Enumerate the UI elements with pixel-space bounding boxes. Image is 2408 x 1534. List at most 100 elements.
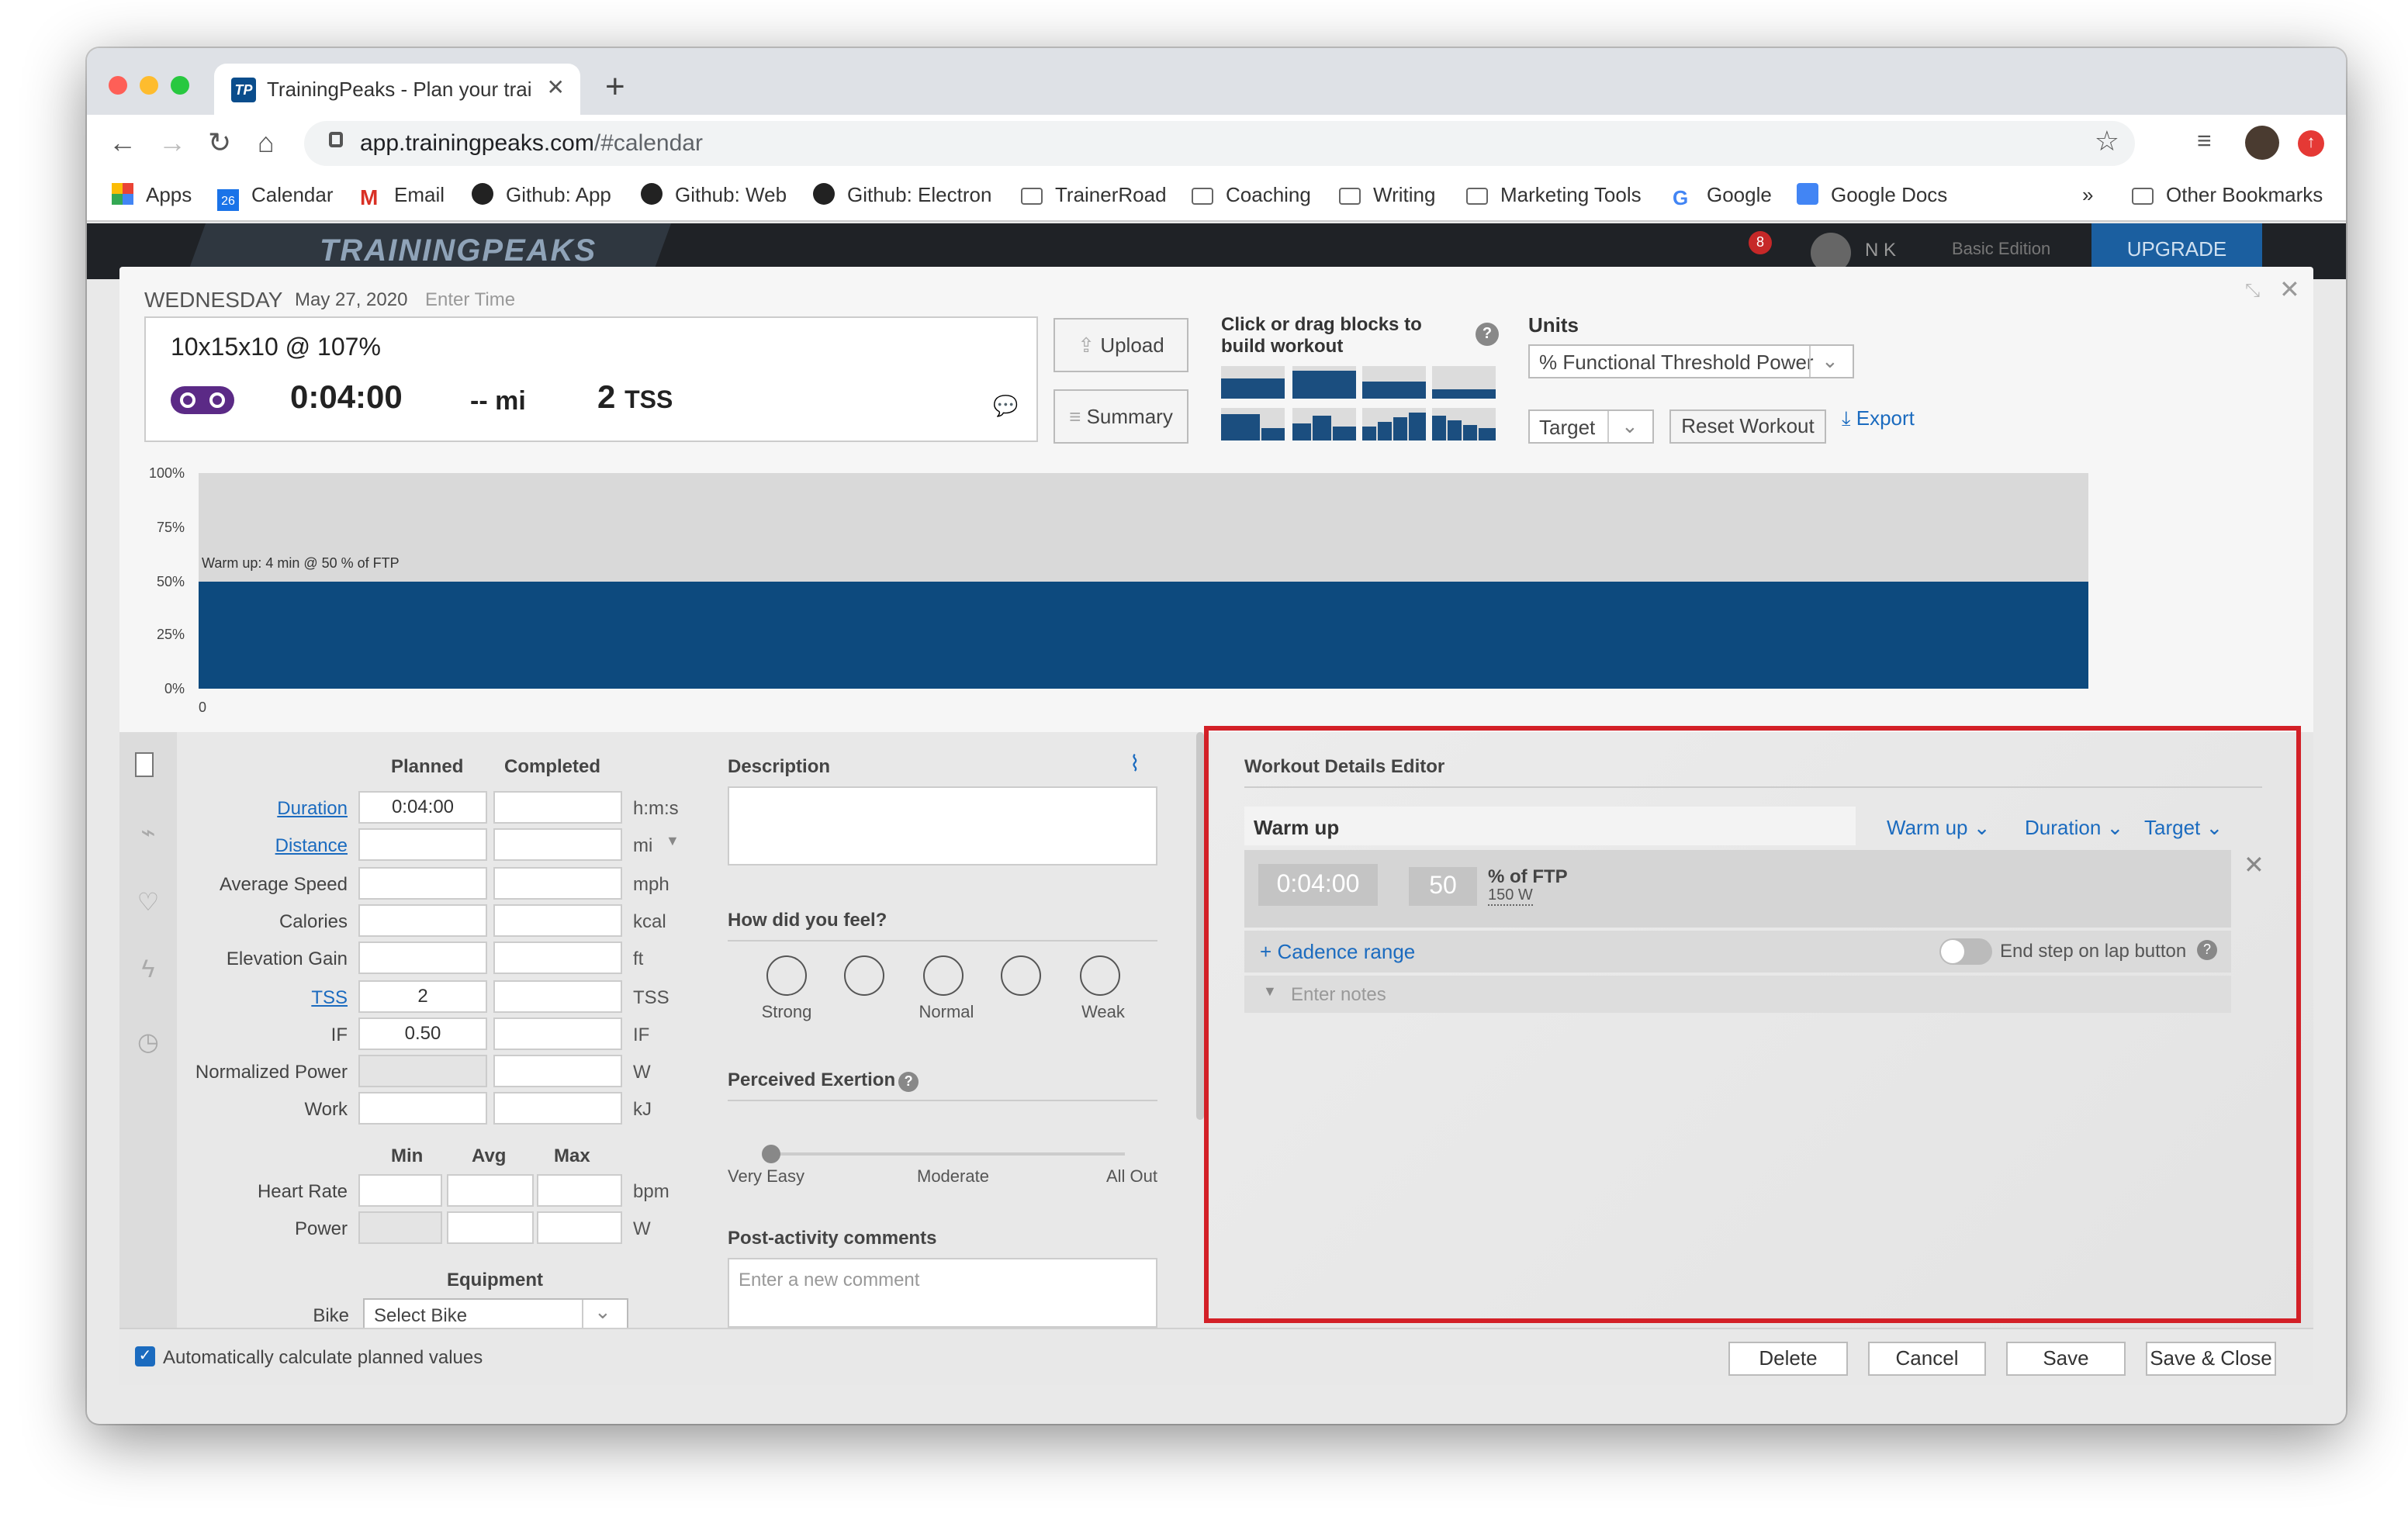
bookmarks-overflow-button[interactable]: »: [2082, 183, 2093, 206]
metric-label-text[interactable]: Duration: [277, 797, 348, 819]
reading-list-icon[interactable]: ≡: [2197, 129, 2212, 157]
target-select[interactable]: Target ⌄: [1528, 409, 1654, 444]
metric-label-text[interactable]: TSS: [311, 986, 348, 1007]
completed-input[interactable]: [493, 791, 622, 824]
collapse-icon[interactable]: ⤡: [2245, 279, 2260, 302]
exertion-slider-handle[interactable]: [762, 1145, 780, 1163]
upload-button[interactable]: ⇪ Upload: [1054, 318, 1188, 372]
description-input[interactable]: [728, 786, 1157, 865]
profile-avatar[interactable]: [2245, 126, 2279, 160]
planned-input[interactable]: 0:04:00: [358, 791, 487, 824]
star-bookmark-icon[interactable]: ☆: [2095, 126, 2119, 158]
save-button[interactable]: Save: [2006, 1342, 2126, 1376]
browser-tab[interactable]: TP TrainingPeaks - Plan your trainin ✕: [214, 64, 580, 115]
metric-label[interactable]: Distance: [130, 835, 348, 857]
bookmark-apps[interactable]: Apps: [112, 183, 192, 206]
power-avg-input[interactable]: [447, 1211, 534, 1244]
completed-input[interactable]: [493, 941, 622, 975]
face-normal-icon[interactable]: [923, 955, 964, 996]
reload-icon[interactable]: ↻: [208, 127, 231, 160]
metric-label[interactable]: TSS: [130, 986, 348, 1007]
workout-title[interactable]: 10x15x10 @ 107%: [171, 335, 381, 363]
cancel-button[interactable]: Cancel: [1868, 1342, 1986, 1376]
completed-input[interactable]: [493, 979, 622, 1012]
chevron-down-icon: ⌄: [1822, 349, 1839, 372]
hr-avg-input[interactable]: [447, 1174, 534, 1207]
notification-badge[interactable]: 8: [1749, 231, 1772, 254]
bookmark-google-docs[interactable]: Google Docs: [1797, 183, 1947, 206]
completed-input[interactable]: [493, 903, 622, 937]
caret-down-icon[interactable]: ▼: [666, 834, 680, 849]
completed-input[interactable]: [493, 866, 622, 900]
chevron-down-icon: ⌄: [594, 1300, 611, 1323]
bookmark-coaching[interactable]: Coaching: [1192, 183, 1311, 206]
exertion-slider-track[interactable]: [771, 1152, 1125, 1156]
help-icon[interactable]: ?: [1476, 323, 1499, 346]
face-poor-icon[interactable]: [1001, 955, 1041, 996]
units-select[interactable]: % Functional Threshold Power ⌄: [1528, 344, 1854, 378]
warmup-bar[interactable]: [199, 581, 2088, 689]
bookmark-calendar[interactable]: 26 Calendar: [217, 183, 334, 211]
completed-input[interactable]: [493, 1092, 622, 1125]
new-tab-button[interactable]: +: [605, 67, 625, 107]
planned-input[interactable]: [358, 866, 487, 900]
trainingpeaks-logo[interactable]: TRAININGPEAKS: [320, 234, 597, 270]
bookmark-writing[interactable]: Writing: [1339, 183, 1435, 206]
bookmark-other[interactable]: Other Bookmarks: [2132, 183, 2323, 206]
minimize-window-button[interactable]: [140, 76, 158, 95]
completed-input[interactable]: [493, 1017, 622, 1050]
face-weak-icon[interactable]: [1080, 955, 1120, 996]
address-bar[interactable]: app.trainingpeaks.com/#calendar ☆: [304, 121, 2135, 166]
metric-label[interactable]: Duration: [130, 797, 348, 819]
completed-input[interactable]: [493, 1055, 622, 1088]
bookmark-github-app[interactable]: Github: App: [472, 183, 611, 206]
face-strong-icon[interactable]: [766, 955, 807, 996]
comment-input[interactable]: Enter a new comment: [728, 1258, 1157, 1328]
planned-input[interactable]: [358, 828, 487, 862]
time-input[interactable]: Enter Time: [425, 288, 515, 310]
comments-icon[interactable]: 💬: [993, 394, 1018, 419]
face-good-icon[interactable]: [844, 955, 884, 996]
back-arrow-icon[interactable]: ←: [109, 127, 137, 160]
user-initials[interactable]: N K: [1865, 239, 1896, 261]
completed-input[interactable]: [493, 828, 622, 862]
bookmark-github-web[interactable]: Github: Web: [641, 183, 787, 206]
metric-label-text: Calories: [279, 910, 348, 932]
home-icon[interactable]: ⌂: [258, 127, 275, 160]
export-button[interactable]: ⤓ Export: [1842, 406, 1915, 431]
planned-input[interactable]: [358, 1092, 487, 1125]
workout-date[interactable]: May 27, 2020: [295, 288, 407, 310]
hr-max-input[interactable]: [537, 1174, 622, 1207]
planned-input[interactable]: 2: [358, 979, 487, 1012]
bike-select[interactable]: Select Bike ⌄: [363, 1298, 628, 1331]
update-icon[interactable]: ↑: [2298, 130, 2324, 157]
planned-input[interactable]: [358, 1055, 487, 1088]
close-tab-icon[interactable]: ✕: [547, 74, 565, 101]
forward-arrow-icon[interactable]: →: [158, 127, 186, 160]
summary-button[interactable]: ≡ Summary: [1054, 389, 1188, 444]
bookmark-google[interactable]: G Google: [1673, 183, 1772, 209]
planned-input[interactable]: [358, 903, 487, 937]
planned-input[interactable]: [358, 941, 487, 975]
workout-chart[interactable]: Warm up: 4 min @ 50 % of FTP: [199, 473, 2088, 689]
scrollbar[interactable]: [1196, 732, 1204, 1120]
planned-input[interactable]: 0.50: [358, 1017, 487, 1050]
bookmark-trainerroad[interactable]: TrainerRoad: [1021, 183, 1167, 206]
help-icon[interactable]: ?: [898, 1072, 919, 1092]
document-icon[interactable]: [135, 752, 154, 777]
close-modal-icon[interactable]: ✕: [2279, 275, 2300, 306]
header-duration: 0:04:00: [290, 380, 403, 416]
save-close-button[interactable]: Save & Close: [2146, 1342, 2276, 1376]
power-max-input[interactable]: [537, 1211, 622, 1244]
bookmark-github-electron[interactable]: Github: Electron: [813, 183, 991, 206]
metric-label-text[interactable]: Distance: [275, 835, 348, 857]
auto-calc-checkbox[interactable]: ✓: [135, 1346, 155, 1366]
bookmark-marketing-tools[interactable]: Marketing Tools: [1466, 183, 1642, 206]
bookmark-email[interactable]: M Email: [360, 183, 445, 209]
close-window-button[interactable]: [109, 76, 127, 95]
maximize-window-button[interactable]: [171, 76, 189, 95]
delete-button[interactable]: Delete: [1728, 1342, 1848, 1376]
reset-workout-button[interactable]: Reset Workout: [1669, 409, 1826, 444]
hr-min-input[interactable]: [358, 1174, 442, 1207]
attachment-icon[interactable]: ⌇: [1130, 751, 1140, 777]
